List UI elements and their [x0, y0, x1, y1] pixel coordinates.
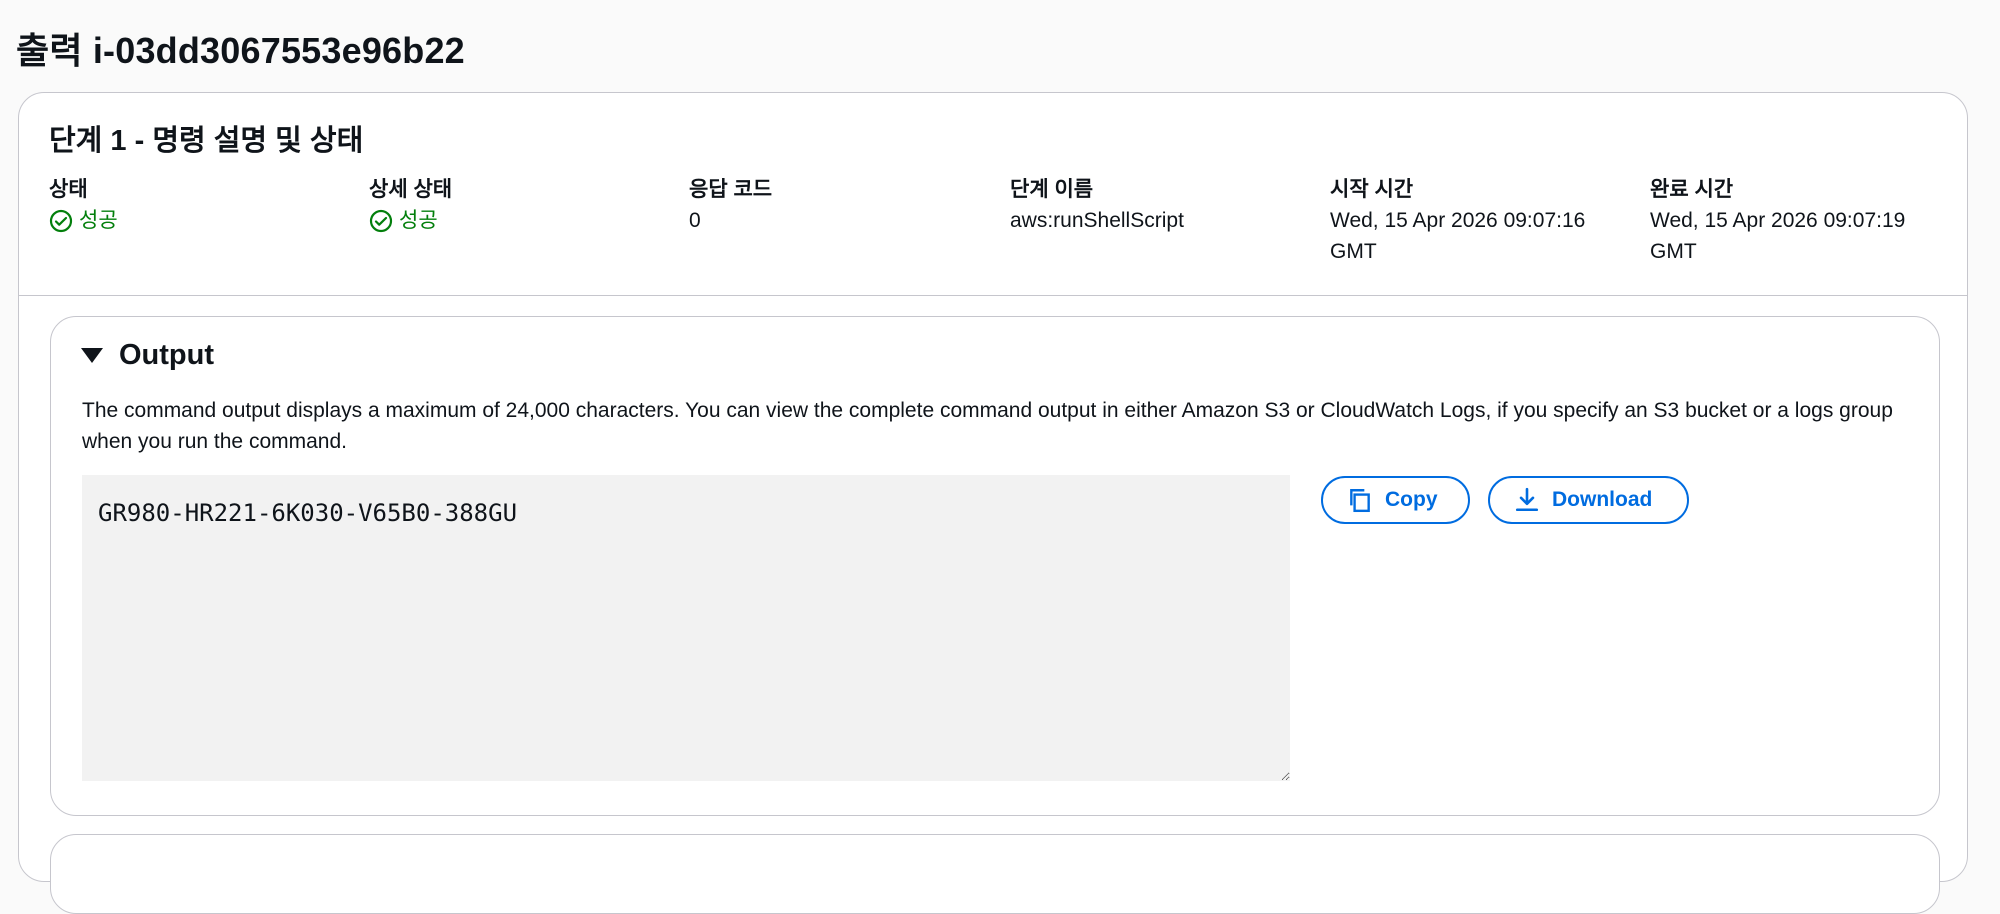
- check-circle-icon: [49, 209, 73, 232]
- step-container: 단계 1 - 명령 설명 및 상태 상태 성공 상세 상태 성공 응답 코드 0…: [18, 92, 1968, 914]
- start-time-label: 시작 시간: [1330, 178, 1414, 201]
- section-divider: [19, 295, 1967, 296]
- download-button[interactable]: Download: [1488, 476, 1689, 524]
- check-circle-icon: [369, 209, 393, 232]
- status-field: 상태 성공: [49, 175, 349, 236]
- copy-icon: [1350, 489, 1370, 513]
- step-name-field: 단계 이름 aws:runShellScript: [1010, 175, 1310, 236]
- step-title: 단계 1 - 명령 설명 및 상태: [49, 125, 364, 157]
- caret-down-icon: [81, 348, 103, 363]
- step-details: 상태 성공 상세 상태 성공 응답 코드 0 단계 이름 aws:runShel…: [49, 175, 1949, 275]
- output-title: Output: [119, 339, 215, 371]
- output-description: The command output displays a maximum of…: [82, 399, 1893, 453]
- output-textarea[interactable]: GR980-HR221-6K030-V65B0-388GU: [82, 475, 1290, 781]
- output-panel: Output The command output displays a max…: [50, 316, 1940, 816]
- page-title: 출력 i-03dd3067553e96b22: [16, 30, 465, 71]
- response-code-label: 응답 코드: [689, 178, 773, 201]
- step-name-value: aws:runShellScript: [1010, 209, 1184, 232]
- download-icon: [1515, 487, 1539, 512]
- status-label: 상태: [49, 178, 88, 201]
- download-label: Download: [1552, 488, 1653, 511]
- start-time-value: Wed, 15 Apr 2026 09:07:16 GMT: [1330, 209, 1586, 263]
- start-time-field: 시작 시간 Wed, 15 Apr 2026 09:07:16 GMT: [1330, 175, 1620, 267]
- response-code-value: 0: [689, 209, 701, 232]
- detailed-status-value: 성공: [369, 205, 669, 236]
- end-time-label: 완료 시간: [1650, 178, 1734, 201]
- copy-label: Copy: [1385, 488, 1438, 511]
- step-name-label: 단계 이름: [1010, 178, 1094, 201]
- status-text: 성공: [79, 209, 118, 232]
- detailed-status-field: 상세 상태 성공: [369, 175, 669, 236]
- end-time-value: Wed, 15 Apr 2026 09:07:19 GMT: [1650, 209, 1906, 263]
- response-code-field: 응답 코드 0: [689, 175, 989, 236]
- detailed-status-text: 성공: [399, 209, 438, 232]
- output-expand-toggle[interactable]: Output: [81, 339, 214, 372]
- detailed-status-label: 상세 상태: [369, 178, 453, 201]
- status-value: 성공: [49, 205, 349, 236]
- next-section-panel: [50, 834, 1940, 914]
- end-time-field: 완료 시간 Wed, 15 Apr 2026 09:07:19 GMT: [1650, 175, 1940, 267]
- copy-button[interactable]: Copy: [1321, 476, 1470, 524]
